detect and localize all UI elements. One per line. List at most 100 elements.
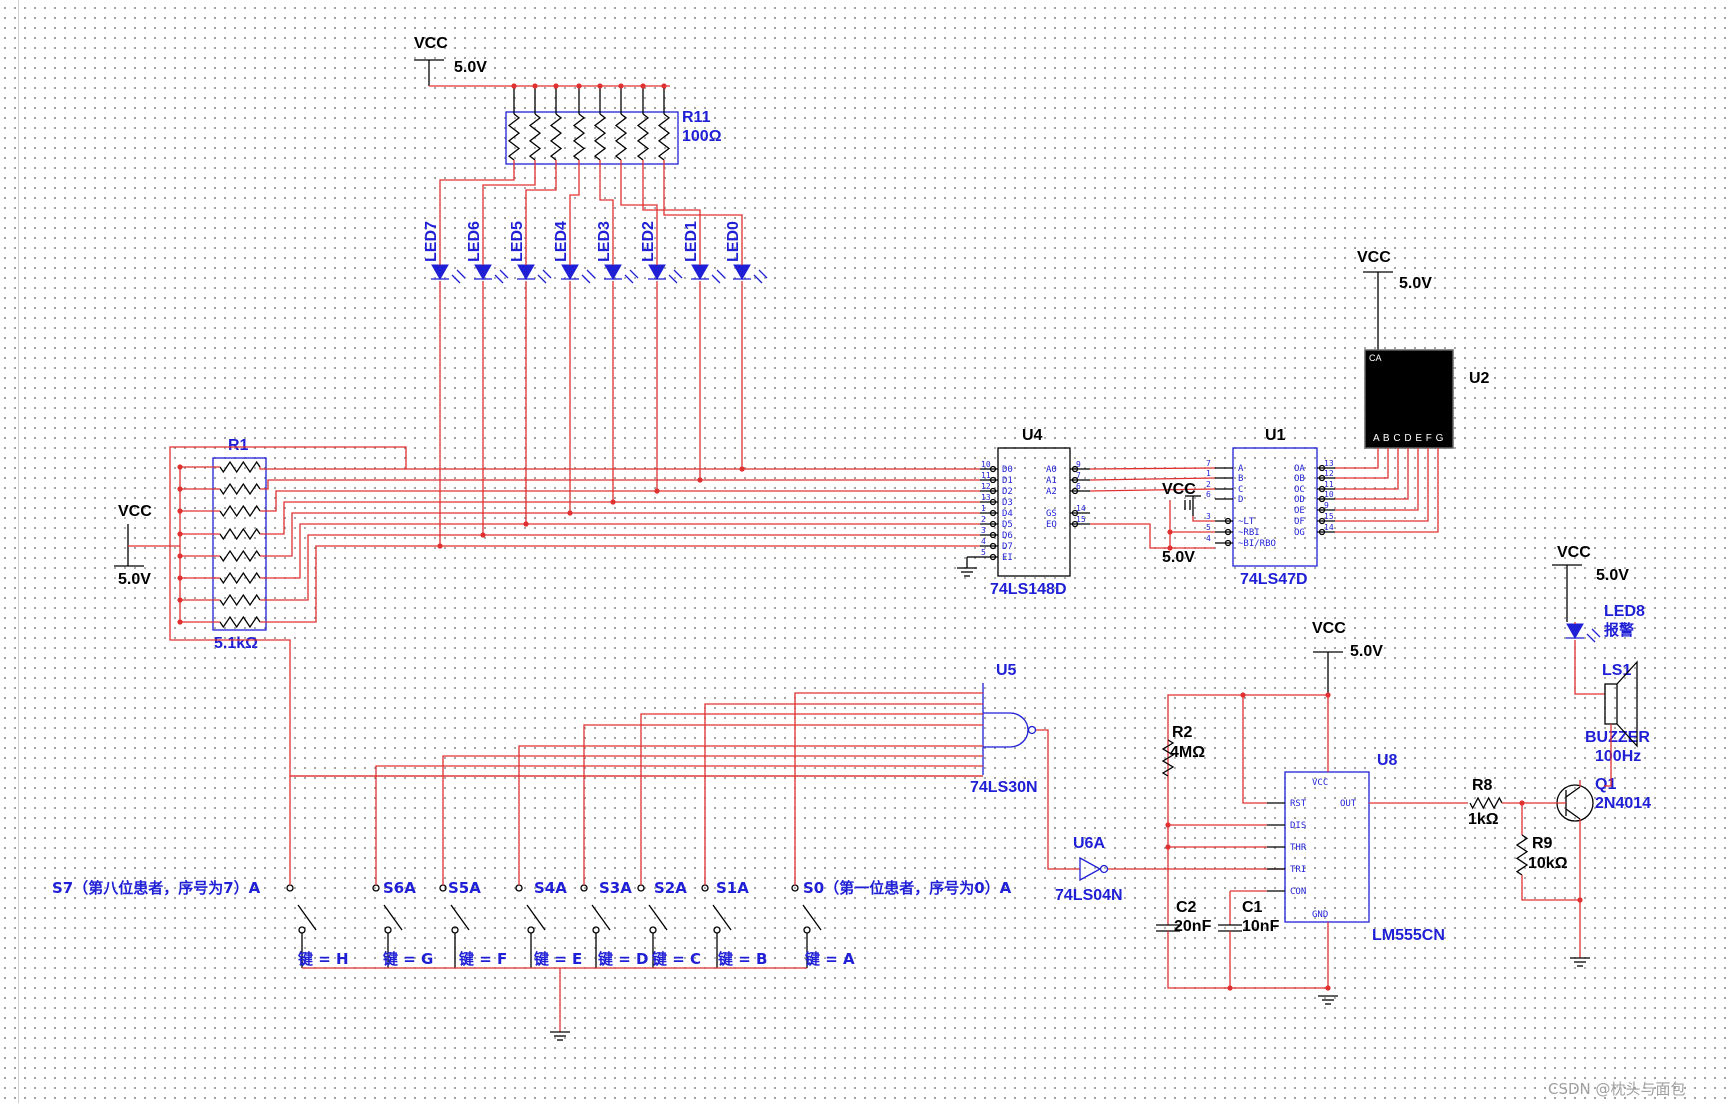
r11-resistor: [657, 113, 671, 161]
junction-dot: [1325, 692, 1331, 698]
r11-resistor: [572, 113, 586, 161]
junction-dot: [576, 83, 582, 89]
u4-pin-num: 7: [1076, 471, 1081, 480]
u4-pin-num: 6: [1076, 482, 1081, 491]
u4-pin-name: GS: [1046, 509, 1057, 519]
r9-value: 10kΩ: [1528, 855, 1568, 872]
u4-pin-name: A1: [1046, 476, 1057, 486]
junction-dot: [654, 488, 660, 494]
u4-pin-num: 9: [1076, 460, 1081, 469]
u4-pin-name: D6: [1002, 531, 1013, 541]
switch-row: S7（第八位患者，序号为7）A 键 = H S6A 键 = G S5A 键 = F S4A 键…: [52, 692, 1012, 1041]
u4-pin-num: 10: [981, 460, 991, 469]
r1-value: 5.1kΩ: [214, 635, 258, 652]
junction-dot: [177, 486, 183, 492]
junction-dot: [177, 508, 183, 514]
junction-dot: [553, 83, 559, 89]
u4-pin-num: 14: [1076, 504, 1086, 513]
u4-pin-num: 2: [981, 515, 986, 524]
u1-pin-name: ~RBI: [1238, 528, 1260, 538]
switch-key-label: 键 = D: [597, 950, 648, 968]
u1-pin-name: ~LT: [1238, 517, 1255, 527]
r11-resistor: [507, 113, 521, 161]
q1-ref: Q1: [1595, 776, 1616, 793]
switch-to-nand-wire: [704, 703, 983, 885]
junction-dot: [1167, 529, 1173, 535]
switch-lever: [591, 904, 611, 931]
u1-pin-name: B: [1238, 474, 1243, 484]
c1-value: 10nF: [1242, 918, 1280, 935]
r9-gnd-wire: [1521, 875, 1580, 901]
junction-dot: [177, 619, 183, 625]
r1-resistor: [219, 571, 261, 585]
r2-value: 4MΩ: [1170, 744, 1205, 761]
led8-ref: LED8: [1604, 603, 1645, 620]
switch-label: S6A: [383, 879, 416, 897]
u4-pin-num: 3: [981, 526, 986, 535]
switch-lever: [526, 904, 546, 931]
u4-pin-num: 4: [981, 537, 986, 546]
u8-part: LM555CN: [1372, 927, 1445, 944]
led-label: LED4: [553, 221, 570, 262]
led-diode: [604, 264, 622, 281]
u8-pin-name: DIS: [1290, 821, 1306, 831]
u1-pin-name: OC: [1294, 485, 1305, 495]
buzzer-body: [1604, 683, 1618, 725]
u1-pin-num: 10: [1324, 490, 1334, 499]
bus-line: [260, 501, 980, 535]
u8-pin-name: CON: [1290, 887, 1306, 897]
switch-contact: [637, 884, 645, 892]
led-diode: [691, 264, 709, 281]
switch-contact: [515, 884, 523, 892]
u1-pin-num: 5: [1206, 523, 1211, 532]
led-label: LED3: [596, 221, 613, 262]
junction-dot: [1227, 985, 1233, 991]
u2-segments: A B C D E F G: [1373, 433, 1444, 444]
r1-resistor: [219, 504, 261, 518]
u1-pin-name: OB: [1294, 474, 1305, 484]
junction-dot: [437, 543, 443, 549]
u1-pin-num: 7: [1206, 459, 1211, 468]
r1-resistor: [219, 593, 261, 607]
vcc-u2-label: VCC: [1357, 249, 1391, 266]
led-diode: [648, 264, 666, 281]
led-light-arrows: [711, 269, 726, 284]
u1-pin-num: 14: [1324, 523, 1334, 532]
switch-label: S0（第一位患者，序号为0）A: [803, 879, 1012, 897]
led-array: LED7 LED6 LED5 LED4 LED3 LED2 LED1 LED0: [423, 221, 768, 284]
vcc-alarm-label: VCC: [1557, 544, 1591, 561]
u1-pin-name: OD: [1294, 495, 1305, 505]
switch-lever: [297, 904, 317, 931]
bus-line: [260, 523, 980, 579]
vcc-u8-voltage: 5.0V: [1350, 643, 1383, 660]
junction-dot: [177, 531, 183, 537]
u4-pin-num: 5: [981, 548, 986, 557]
switch-contact: [298, 926, 306, 934]
u4-pin-name: D0: [1002, 465, 1013, 475]
r8-value: 1kΩ: [1468, 811, 1499, 828]
u1-pin-num: 2: [1206, 480, 1211, 489]
c2-gnd-wire: [1167, 931, 1328, 989]
u4-pin-name: D4: [1002, 509, 1013, 519]
junction-dot: [661, 83, 667, 89]
r1-loop-wire: [169, 446, 983, 777]
ls1-freq: 100Hz: [1595, 748, 1641, 765]
vcc-label: VCC: [414, 35, 448, 52]
led-light-arrows: [581, 269, 596, 284]
u4-pin-num: 1: [981, 504, 986, 513]
segment-wire: [1335, 448, 1379, 469]
u1-pin-name: A: [1238, 464, 1244, 474]
switch-contact: [439, 884, 447, 892]
switch-key-label: 键 = C: [651, 950, 701, 968]
u4-eo-wire: [1090, 523, 1170, 549]
u1-pin-num: 13: [1324, 459, 1334, 468]
led-diode: [1566, 623, 1584, 640]
junction-dot: [523, 521, 529, 527]
u4-pin-num: 13: [981, 493, 991, 502]
vcc-left-label: VCC: [118, 503, 152, 520]
r8-resistor: [1469, 796, 1503, 810]
vcc-top-r11: VCC 5.0V: [414, 35, 487, 86]
u2-common: CA: [1369, 353, 1382, 363]
r11-resistor: [549, 113, 563, 161]
u4-pin-name: D2: [1002, 487, 1013, 497]
